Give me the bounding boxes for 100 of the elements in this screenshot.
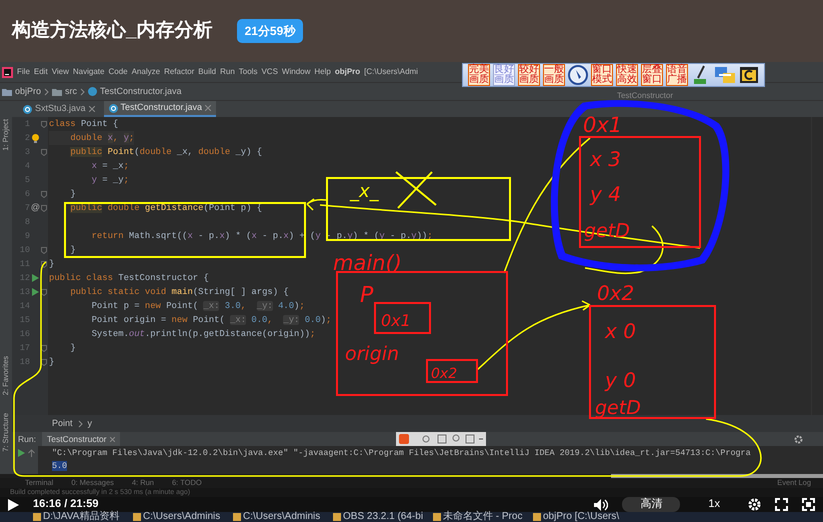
override-marker[interactable]: @: [30, 201, 40, 215]
file-tab[interactable]: TestConstructor.java: [104, 101, 216, 117]
code-line: }: [69, 342, 76, 355]
code-line: Point p = new Point( _x: 3.0, _y: 4.0);: [90, 300, 305, 313]
window-icon: [433, 513, 441, 521]
menu-item[interactable]: View: [52, 66, 69, 78]
window-icon: [533, 513, 541, 521]
fold-marker-icon[interactable]: [41, 190, 47, 198]
quality-button[interactable]: 较好画质: [518, 64, 540, 86]
fullscreen-icon[interactable]: [802, 498, 815, 511]
handwritten-label: P: [360, 283, 374, 308]
taskbar-item[interactable]: objPro [C:\Users\: [543, 512, 620, 522]
run-icon[interactable]: [18, 449, 25, 457]
window-icon: [133, 513, 141, 521]
fold-marker-icon[interactable]: [41, 246, 47, 254]
file-tab[interactable]: SxtStu3.java: [18, 101, 100, 117]
window-icon: [33, 513, 41, 521]
menu-item[interactable]: Build: [198, 66, 216, 78]
run-config-dropdown[interactable]: TestConstructor: [616, 91, 673, 100]
handwritten-label: x 3: [590, 147, 621, 171]
menu-item[interactable]: Edit: [34, 66, 48, 78]
handwritten-label: origin: [345, 343, 400, 365]
code-line: System.out.println(p.getDistance(origin));: [90, 328, 316, 341]
class-file-icon: [88, 87, 98, 96]
dial-icon[interactable]: [568, 65, 588, 85]
fold-marker-icon[interactable]: [41, 288, 47, 296]
handwritten-label: _x_: [350, 181, 379, 202]
menu-item[interactable]: Window: [282, 66, 310, 78]
class-file-icon: [23, 104, 32, 114]
quality-button[interactable]: 完美画质: [468, 64, 490, 86]
seek-bar[interactable]: [0, 474, 823, 478]
menu-item[interactable]: Refactor: [164, 66, 194, 78]
handwritten-label: 0x1: [381, 311, 411, 330]
taskbar-item[interactable]: 未命名文件 - Proc: [443, 512, 522, 522]
volume-icon[interactable]: [594, 498, 608, 510]
playback-time: 16:16 / 21:59: [33, 497, 98, 510]
taskbar-item[interactable]: D:\JAVA精品资料: [43, 512, 120, 522]
fold-marker-icon[interactable]: [41, 148, 47, 156]
close-icon: [205, 105, 212, 111]
fold-marker-icon[interactable]: [41, 358, 47, 366]
menu-item[interactable]: Code: [108, 66, 128, 78]
speed-button[interactable]: 1x: [708, 497, 720, 512]
window-icon: [333, 513, 341, 521]
breadcrumb-item[interactable]: Point: [52, 416, 73, 430]
run-tab[interactable]: TestConstructor: [42, 432, 120, 446]
variable-box: [374, 302, 431, 334]
code-line: }: [69, 188, 76, 201]
lightbulb-icon[interactable]: [32, 134, 39, 142]
quality-button[interactable]: 语音广播: [666, 64, 688, 86]
handwritten-label: y 0: [605, 368, 636, 392]
chevron-icon: [78, 420, 83, 428]
window-icon: [233, 513, 241, 521]
fold-marker-icon[interactable]: [41, 344, 47, 352]
breadcrumb-item[interactable]: objPro: [15, 84, 42, 98]
menu-item[interactable]: Analyze: [132, 66, 160, 78]
taskbar-item[interactable]: OBS 23.2.1 (64-bi: [343, 512, 424, 522]
duration-badge: 21分59秒: [236, 19, 304, 43]
fold-marker-icon[interactable]: [41, 260, 47, 268]
close-icon: [88, 106, 95, 112]
play-icon[interactable]: [8, 498, 19, 510]
quality-button[interactable]: 高清: [622, 497, 680, 512]
handwritten-label: main(): [333, 251, 402, 275]
fold-marker-icon[interactable]: [41, 120, 47, 128]
quality-button[interactable]: 快速高效: [616, 64, 638, 86]
chevron-icon: [80, 88, 86, 96]
code-line: public Point(double _x, double _y) {: [69, 146, 262, 159]
quality-button[interactable]: 层叠窗口: [641, 64, 663, 86]
menu-item[interactable]: VCS: [261, 66, 278, 78]
project-title: objPro: [334, 66, 360, 78]
fullscreen-icon[interactable]: [775, 498, 788, 511]
quality-button[interactable]: 窗口模式: [591, 64, 613, 86]
app-window-icon[interactable]: [739, 65, 759, 85]
handwritten-label: getD: [595, 397, 641, 419]
code-line: }: [49, 356, 54, 369]
code-line: class Point {: [49, 118, 118, 131]
code-line: x = _x;: [90, 160, 129, 173]
quality-button[interactable]: 一般画质: [543, 64, 565, 86]
panel-label: Run:: [18, 432, 36, 446]
handwritten-label: 0x2: [431, 366, 458, 382]
folder-icon: [2, 88, 12, 96]
breadcrumb-item[interactable]: y: [88, 416, 92, 430]
taskbar-item[interactable]: C:\Users\Adminis: [143, 512, 220, 522]
code-line: public static void main(String[ ] args) {: [69, 286, 289, 299]
variable-box: [426, 359, 478, 383]
handwritten-label: x 0: [605, 319, 636, 343]
menu-item[interactable]: Navigate: [72, 66, 104, 78]
code-line: }: [49, 258, 54, 271]
breadcrumb-item[interactable]: TestConstructor.java: [100, 84, 182, 98]
menu-item[interactable]: File: [17, 66, 30, 78]
fold-marker-icon[interactable]: [41, 204, 47, 212]
menu-item[interactable]: Help: [314, 66, 331, 78]
monitor-icon[interactable]: [714, 65, 736, 85]
code-line: public class TestConstructor {: [49, 272, 209, 285]
taskbar-item[interactable]: C:\Users\Adminis: [243, 512, 320, 522]
code-line: y = _y;: [90, 174, 129, 187]
menu-item[interactable]: Run: [220, 66, 235, 78]
breadcrumb-item[interactable]: src: [65, 84, 78, 98]
folder-icon: [52, 88, 62, 96]
menu-item[interactable]: Tools: [238, 66, 258, 78]
class-file-icon: [108, 104, 118, 112]
